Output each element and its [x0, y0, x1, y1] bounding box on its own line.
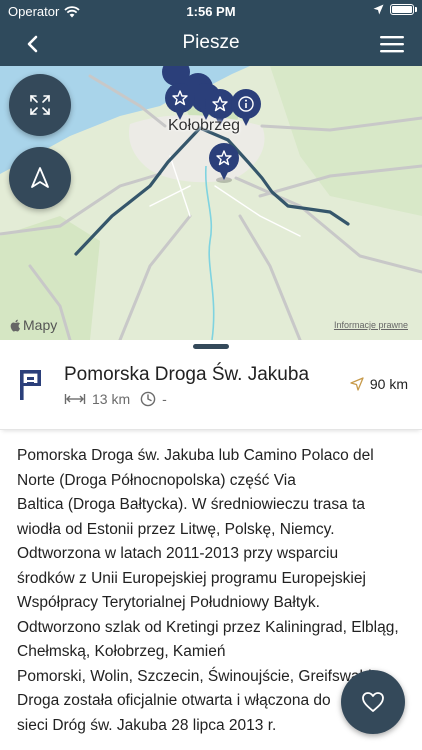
route-distance: 90 km	[350, 376, 408, 392]
clock-icon	[140, 391, 156, 407]
route-duration: -	[162, 391, 167, 407]
map-view[interactable]: Kołobrzeg Mapy Informacje prawne	[0, 66, 422, 340]
maps-brand-label: Mapy	[23, 317, 58, 333]
description-line: Baltica (Droga Bałtycka). W średniowiecz…	[17, 496, 366, 513]
expand-map-button[interactable]	[9, 74, 71, 136]
description-line: Współpracy Terytorialnej Południowy Bałt…	[17, 594, 320, 611]
description-line: Norte (Droga Północnopolska) część Via	[17, 471, 296, 489]
route-distance-value: 90 km	[369, 376, 408, 392]
apple-logo-icon	[10, 319, 20, 331]
maps-attribution: Mapy	[10, 317, 57, 333]
legal-link[interactable]: Informacje prawne	[334, 320, 408, 330]
route-meta: 13 km -	[64, 391, 167, 407]
expand-icon	[30, 95, 50, 115]
direction-arrow-icon	[350, 377, 364, 391]
description-line: Odtworzona w latach 2011-2013 przy wspar…	[17, 545, 339, 562]
description-line: Odtworzono szlak od Kretingi przez Kalin…	[17, 618, 399, 636]
navigate-arrow-icon	[31, 167, 49, 188]
status-time: 1:56 PM	[186, 4, 236, 19]
status-bar: Operator 1:56 PM	[0, 0, 422, 22]
battery-icon	[390, 4, 417, 15]
trail-flag-icon	[20, 370, 41, 400]
description-line: środków z Unii Europejskiej programu Eur…	[17, 569, 366, 587]
length-icon	[64, 394, 86, 404]
description-line: wiodła od Estonii przez Litwę, Polskę, N…	[17, 520, 335, 538]
navigation-bar: Piesze	[0, 22, 422, 66]
heart-icon	[362, 692, 384, 712]
route-name: Pomorska Droga Św. Jakuba	[64, 364, 310, 385]
hamburger-menu-icon[interactable]	[380, 34, 404, 54]
sheet-drag-handle[interactable]	[193, 344, 229, 349]
favorite-button[interactable]	[341, 670, 405, 734]
status-right	[373, 4, 417, 15]
route-length: 13 km	[92, 391, 131, 407]
description-line: Chełmską, Kołobrzeg, Kamień	[17, 643, 226, 660]
location-arrow-icon	[373, 4, 384, 15]
navigate-button[interactable]	[9, 147, 71, 209]
description-line: Pomorska Droga św. Jakuba lub Camino Pol…	[17, 447, 374, 464]
route-card[interactable]: Pomorska Droga Św. Jakuba 13 km - 90 km	[0, 352, 422, 430]
page-title: Piesze	[182, 32, 240, 53]
map-city-label: Kołobrzeg	[168, 117, 241, 134]
